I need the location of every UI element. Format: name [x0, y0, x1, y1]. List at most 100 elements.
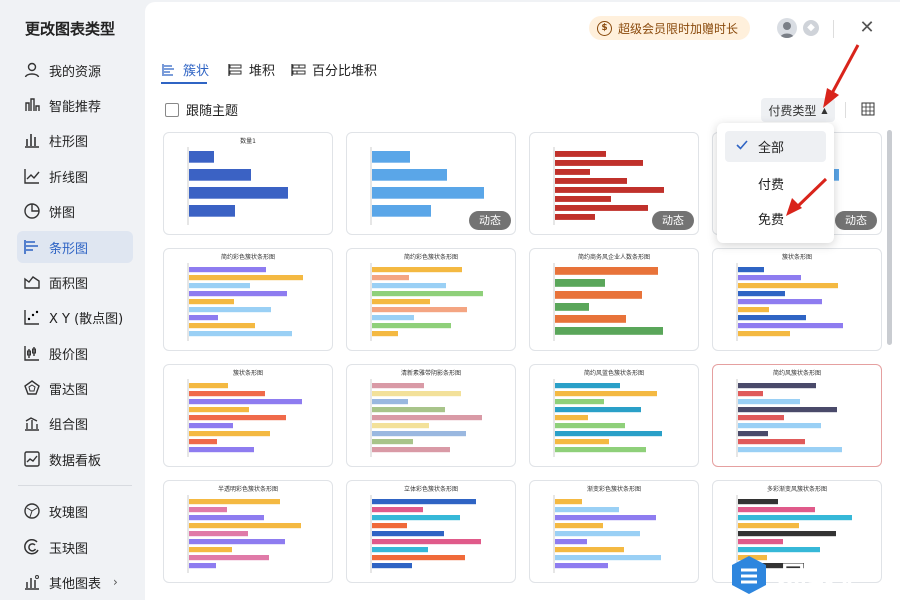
sidebar-item-label: 股价图 [49, 347, 89, 363]
thumbnail-bar [555, 291, 642, 299]
thumbnail-bar [555, 447, 646, 453]
sidebar-divider [18, 485, 132, 486]
chart-template-card[interactable]: 简约商务风企业人数条形图 [529, 248, 699, 351]
scrollbar[interactable] [887, 130, 892, 345]
chart-template-card[interactable]: 半透明彩色簇状条形图 [163, 480, 333, 583]
sidebar-item-dashboard[interactable]: 数据看板 [17, 443, 133, 475]
thumbnail-bar [555, 423, 625, 429]
thumbnail-bar [555, 214, 595, 220]
card-thumbnail [370, 263, 483, 341]
sidebar-item-pie[interactable]: 饼图 [17, 195, 133, 227]
thumbnail-bar [189, 151, 214, 163]
sidebar-item-line[interactable]: 折线图 [17, 160, 133, 192]
card-thumbnail [187, 495, 301, 573]
chart-template-card[interactable]: 简约风蓝色簇状条形图 [529, 364, 699, 467]
sidebar-item-smart-recommend[interactable]: 智能推荐 [17, 89, 133, 121]
thumbnail-bar [738, 407, 837, 413]
sidebar-item-column[interactable]: 柱形图 [17, 124, 133, 156]
sidebar-item-label: 雷达图 [49, 382, 89, 398]
thumbnail-bar [189, 415, 286, 421]
thumbnail-bar [555, 160, 643, 166]
thumbnail-bar [189, 275, 303, 281]
thumbnail-bar [555, 267, 658, 275]
sidebar-item-rose[interactable]: 玫瑰图 [17, 495, 133, 527]
thumbnail-bar [189, 531, 248, 537]
tab-clustered[interactable]: 簇状 [161, 60, 209, 79]
chart-template-card[interactable]: 简约彩色簇状条形图 [163, 248, 333, 351]
sidebar-item-combo[interactable]: 组合图 [17, 407, 133, 439]
thumbnail-bar [189, 315, 218, 321]
follow-theme-checkbox[interactable]: 跟随主题 [165, 100, 238, 119]
checkbox-box[interactable] [165, 102, 179, 117]
thumbnail-bar [189, 323, 255, 329]
follow-theme-label: 跟随主题 [186, 104, 239, 119]
card-thumbnail [553, 379, 662, 457]
dynamic-badge: 动态 [652, 211, 694, 230]
sidebar-item-my-resources[interactable]: 我的资源 [17, 54, 133, 86]
chart-template-card[interactable]: 立体彩色簇状条形图 [346, 480, 516, 583]
thumbnail-bar [372, 407, 445, 413]
thumbnail-bar [555, 151, 606, 157]
promo-text: 超级会员限时加赠时长 [618, 21, 739, 36]
card-thumbnail [553, 263, 663, 341]
thumbnail-bar [372, 323, 451, 329]
chart-template-card[interactable]: 清新素雅带阴影条形图 [346, 364, 516, 467]
other-chart-icon [25, 575, 39, 590]
sidebar-item-label: 折线图 [49, 170, 89, 186]
chart-template-card[interactable]: 动态 [346, 132, 516, 235]
sidebar-item-label: 我的资源 [49, 64, 102, 80]
card-thumbnail [370, 495, 481, 573]
thumbnail-bar [738, 331, 790, 337]
thumbnail-bar [555, 391, 657, 397]
avatar[interactable] [777, 18, 797, 38]
chart-template-card[interactable]: 简约风簇状条形图 [712, 364, 882, 467]
thumbnail-bar [372, 547, 428, 553]
promo-banner[interactable]: $ 超级会员限时加赠时长 [589, 16, 751, 40]
thumbnail-bar [372, 151, 410, 163]
thumbnail-bar [372, 283, 446, 289]
chart-template-card[interactable]: 数量1 [163, 132, 333, 235]
sidebar-item-jade[interactable]: 玉玦图 [17, 531, 133, 563]
sidebar-item-other[interactable]: 其他图表 › [17, 566, 133, 598]
tab-stacked[interactable]: 堆积 [227, 60, 275, 79]
chart-template-card[interactable]: 简约彩色簇状条形图 [346, 248, 516, 351]
chart-template-card[interactable]: 簇状条形图 [712, 248, 882, 351]
sidebar-item-label: 条形图 [49, 241, 89, 257]
thumbnail-bar [189, 205, 235, 217]
thumbnail-bar [189, 539, 285, 545]
thumbnail-bar [555, 415, 588, 421]
thumbnail-bar [738, 439, 805, 445]
thumbnail-bar [738, 307, 769, 313]
tab-percent-stacked[interactable]: 百分比堆积 [290, 60, 377, 79]
thumbnail-bar [555, 315, 626, 323]
sidebar-item-scatter[interactable]: X Y (散点图) [17, 301, 133, 333]
thumbnail-bar [372, 205, 431, 217]
thumbnail-bar [372, 439, 413, 445]
thumbnail-bar [555, 499, 582, 505]
chart-template-card[interactable]: 簇状条形图 [163, 364, 333, 467]
thumbnail-bar [555, 439, 609, 445]
thumbnail-bar [555, 531, 640, 537]
vip-badge-icon[interactable]: ◆ [803, 20, 819, 36]
chart-template-card[interactable]: 渐变彩色簇状条形图 [529, 480, 699, 583]
close-button[interactable]: ✕ [857, 18, 877, 38]
thumbnail-bar [372, 523, 407, 529]
thumbnail-bar [189, 291, 287, 297]
thumbnail-bar [555, 205, 648, 211]
sidebar-item-radar[interactable]: 雷达图 [17, 372, 133, 404]
thumbnail-bar [372, 431, 466, 437]
sidebar-item-area[interactable]: 面积图 [17, 266, 133, 298]
thumbnail-bar [189, 515, 264, 521]
thumbnail-bar [738, 507, 815, 513]
sidebar-item-label: X Y (散点图) [49, 311, 124, 327]
dropdown-item-label: 全部 [758, 141, 785, 156]
pie-chart-icon [24, 203, 40, 219]
thumbnail-bar [372, 423, 429, 429]
chart-template-card[interactable]: 动态 [529, 132, 699, 235]
sidebar-item-stock[interactable]: 股价图 [17, 337, 133, 369]
check-icon [736, 140, 748, 150]
dropdown-item-all[interactable]: 全部 [725, 131, 826, 162]
thumbnail-bar [738, 547, 820, 553]
sidebar-item-bar[interactable]: 条形图 [17, 231, 133, 263]
clustered-bar-icon [162, 63, 174, 76]
